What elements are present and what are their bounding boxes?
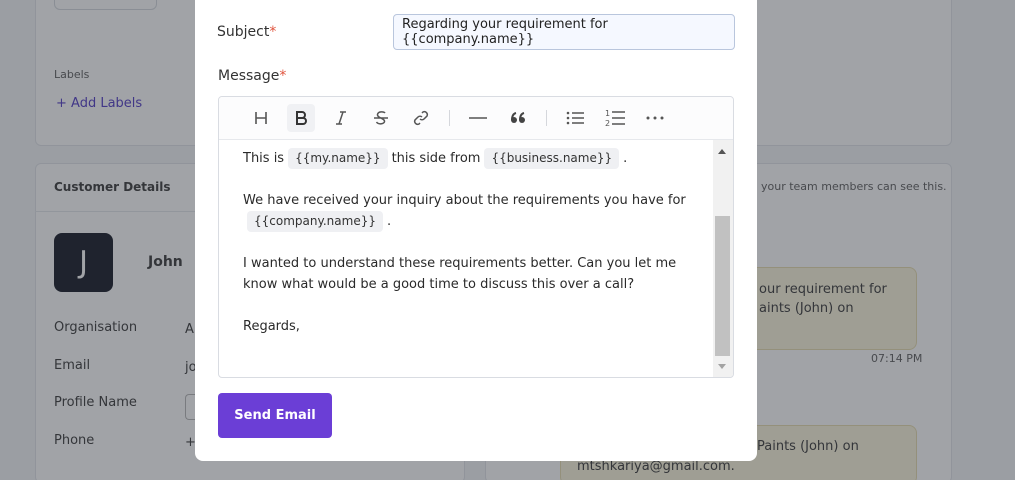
message-editor[interactable]: 12 This is {{my.name}} this side from {{bus… <box>218 96 734 378</box>
svg-text:2: 2 <box>605 119 610 128</box>
horizontal-rule-icon[interactable] <box>464 104 492 132</box>
editor-paragraph-3: I wanted to understand these requirement… <box>243 256 677 292</box>
scroll-up-arrow-icon[interactable] <box>718 149 726 154</box>
toolbar-divider <box>546 110 547 126</box>
svg-text:1: 1 <box>605 109 610 118</box>
numbered-list-icon[interactable]: 12 <box>601 104 629 132</box>
editor-signoff: Regards, <box>243 319 300 334</box>
variable-chip-business-name[interactable]: {{business.name}} <box>484 148 620 169</box>
link-icon[interactable] <box>407 104 435 132</box>
heading-icon[interactable] <box>247 104 275 132</box>
italic-icon[interactable] <box>327 104 355 132</box>
editor-line-1: This is {{my.name}} this side from {{busine… <box>243 148 714 169</box>
blockquote-icon[interactable] <box>504 104 532 132</box>
subject-input[interactable]: Regarding your requirement for {{company… <box>393 14 735 50</box>
required-asterisk: * <box>269 24 277 40</box>
toolbar-divider <box>449 110 450 126</box>
message-label: Message* <box>218 68 287 84</box>
scroll-down-arrow-icon[interactable] <box>718 364 726 369</box>
bold-icon[interactable] <box>287 104 315 132</box>
editor-scrollbar[interactable] <box>713 140 733 377</box>
variable-chip-company-name[interactable]: {{company.name}} <box>247 211 383 232</box>
required-asterisk: * <box>279 68 287 84</box>
variable-chip-my-name[interactable]: {{my.name}} <box>288 148 388 169</box>
scroll-thumb[interactable] <box>715 216 730 356</box>
editor-toolbar: 12 <box>219 97 733 140</box>
subject-label: Subject* <box>217 24 277 40</box>
bullet-list-icon[interactable] <box>561 104 589 132</box>
strikethrough-icon[interactable] <box>367 104 395 132</box>
editor-paragraph-2: We have received your inquiry about the … <box>243 190 714 232</box>
editor-content[interactable]: This is {{my.name}} this side from {{busine… <box>219 140 714 377</box>
send-email-button[interactable]: Send Email <box>218 393 332 438</box>
more-options-icon[interactable] <box>641 104 669 132</box>
